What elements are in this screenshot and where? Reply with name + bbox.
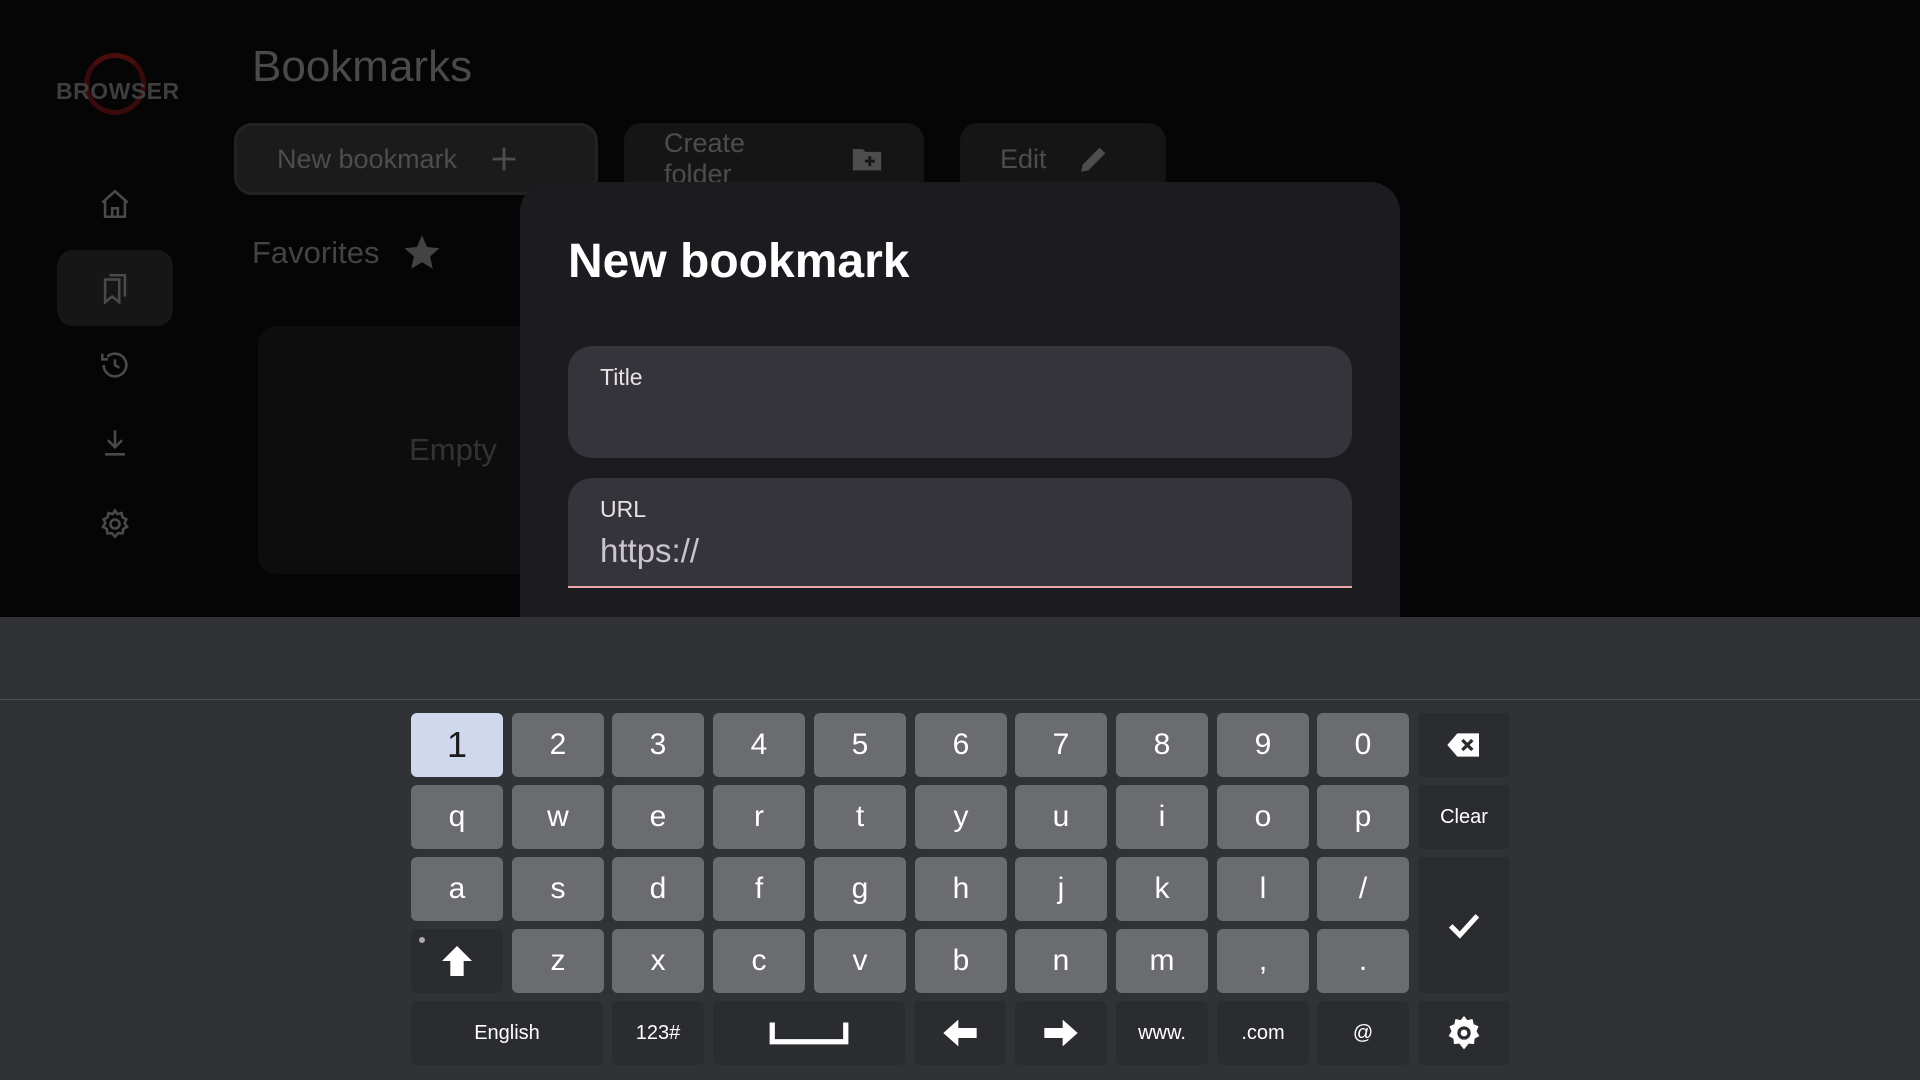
key-e[interactable]: e	[612, 785, 704, 849]
nav-home[interactable]	[57, 166, 173, 242]
dialog-title: New bookmark	[568, 235, 910, 288]
symbols-key[interactable]: 123#	[612, 1001, 704, 1065]
home-icon	[101, 189, 129, 219]
key-g[interactable]: g	[814, 857, 906, 921]
gear-icon	[1448, 1016, 1480, 1050]
downloads-icon	[105, 430, 125, 456]
key-n[interactable]: n	[1015, 929, 1107, 993]
settings-icon	[101, 508, 129, 539]
page-title: Bookmarks	[252, 42, 473, 91]
key-comma[interactable]: ,	[1217, 929, 1309, 993]
cursor-right-key[interactable]	[1015, 1001, 1107, 1065]
key-j[interactable]: j	[1015, 857, 1107, 921]
plus-icon	[492, 147, 516, 171]
key-p[interactable]: p	[1317, 785, 1409, 849]
key-1[interactable]: 1	[411, 713, 503, 777]
title-field[interactable]: Title	[568, 346, 1352, 458]
keyboard-suggestion-bar	[0, 617, 1920, 699]
key-w[interactable]: w	[512, 785, 604, 849]
key-l[interactable]: l	[1217, 857, 1309, 921]
edit-label: Edit	[1000, 143, 1047, 174]
key-f[interactable]: f	[713, 857, 805, 921]
key-r[interactable]: r	[713, 785, 805, 849]
key-h[interactable]: h	[915, 857, 1007, 921]
key-4[interactable]: 4	[713, 713, 805, 777]
key-x[interactable]: x	[612, 929, 704, 993]
shift-arrow-icon	[442, 946, 472, 976]
dotcom-key[interactable]: .com	[1217, 1001, 1309, 1065]
pencil-icon	[1080, 147, 1105, 172]
nav-history[interactable]	[57, 327, 173, 403]
key-8[interactable]: 8	[1116, 713, 1208, 777]
key-s[interactable]: s	[512, 857, 604, 921]
key-z[interactable]: z	[512, 929, 604, 993]
title-field-label: Title	[600, 364, 643, 390]
key-period[interactable]: .	[1317, 929, 1409, 993]
favorites-label: Favorites	[252, 235, 380, 270]
key-6[interactable]: 6	[915, 713, 1007, 777]
at-key[interactable]: @	[1317, 1001, 1409, 1065]
space-key[interactable]	[713, 1001, 905, 1065]
key-c[interactable]: c	[713, 929, 805, 993]
key-slash[interactable]: /	[1317, 857, 1409, 921]
www-key[interactable]: www.	[1116, 1001, 1208, 1065]
keyboard-settings-key[interactable]	[1418, 1001, 1510, 1065]
title-input[interactable]	[600, 400, 1300, 438]
new-bookmark-dialog: New bookmark Title URL	[520, 182, 1400, 632]
language-key[interactable]: English	[411, 1001, 603, 1065]
bookmarks-icon	[103, 273, 127, 305]
key-k[interactable]: k	[1116, 857, 1208, 921]
url-input[interactable]	[600, 532, 1300, 570]
new-bookmark-label: New bookmark	[277, 143, 458, 174]
star-icon	[404, 235, 440, 269]
cursor-left-key[interactable]	[914, 1001, 1006, 1065]
key-v[interactable]: v	[814, 929, 906, 993]
add-folder-icon	[852, 149, 882, 171]
key-i[interactable]: i	[1116, 785, 1208, 849]
key-u[interactable]: u	[1015, 785, 1107, 849]
create-folder-label: Create folder	[664, 128, 746, 189]
shift-key[interactable]	[411, 929, 503, 993]
logo-text: BROWSER	[56, 78, 180, 104]
space-icon	[769, 1022, 849, 1045]
key-2[interactable]: 2	[512, 713, 604, 777]
nav-settings[interactable]	[57, 486, 173, 562]
key-o[interactable]: o	[1217, 785, 1309, 849]
on-screen-keyboard: 1234567890 qwertyuiop a s d f g h j k l / zxcvbnm…	[0, 700, 1920, 1080]
backspace-key[interactable]	[1418, 713, 1510, 777]
url-field[interactable]: URL	[568, 478, 1352, 588]
key-q[interactable]: q	[411, 785, 503, 849]
key-b[interactable]: b	[915, 929, 1007, 993]
key-0[interactable]: 0	[1317, 713, 1409, 777]
clear-key[interactable]: Clear	[1418, 785, 1510, 849]
key-t[interactable]: t	[814, 785, 906, 849]
key-d[interactable]: d	[612, 857, 704, 921]
checkmark-icon	[1448, 914, 1480, 939]
shift-indicator	[419, 937, 425, 943]
arrow-left-icon	[943, 1019, 977, 1047]
key-y[interactable]: y	[915, 785, 1007, 849]
nav-bookmarks[interactable]	[57, 250, 173, 326]
done-key[interactable]	[1418, 857, 1510, 993]
key-7[interactable]: 7	[1015, 713, 1107, 777]
favorites-heading: Favorites	[252, 232, 443, 274]
empty-label: Empty	[409, 432, 497, 467]
browser-logo: BROWSER	[50, 50, 180, 130]
key-3[interactable]: 3	[612, 713, 704, 777]
history-icon	[100, 352, 128, 378]
url-field-label: URL	[600, 496, 647, 522]
arrow-right-icon	[1044, 1019, 1078, 1047]
nav-downloads[interactable]	[57, 405, 173, 481]
key-m[interactable]: m	[1116, 929, 1208, 993]
key-a[interactable]: a	[411, 857, 503, 921]
backspace-icon	[1447, 733, 1479, 757]
key-9[interactable]: 9	[1217, 713, 1309, 777]
key-5[interactable]: 5	[814, 713, 906, 777]
